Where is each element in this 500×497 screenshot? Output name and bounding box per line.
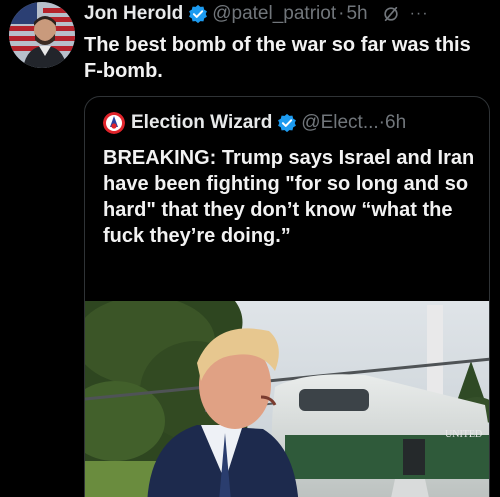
quoted-post-header: Election Wizard @Elect... · 6h (103, 111, 483, 135)
more-options-icon[interactable]: ··· (410, 5, 429, 23)
avatar-image (9, 2, 75, 68)
quoted-post-photo[interactable]: UNITED (85, 301, 489, 497)
verified-badge-icon (188, 4, 208, 24)
trump-helicopter-photo: UNITED (85, 301, 489, 497)
author-handle[interactable]: @patel_patriot (212, 3, 336, 25)
helicopter-lettering: UNITED (445, 429, 482, 440)
quoted-author-avatar[interactable] (103, 112, 125, 134)
author-name[interactable]: Jon Herold (84, 3, 183, 25)
grok-icon[interactable] (382, 5, 400, 23)
quoted-author-handle[interactable]: @Elect... (301, 112, 378, 134)
quoted-post[interactable]: Election Wizard @Elect... · 6h BREAKING:… (84, 96, 490, 497)
quoted-post-time[interactable]: 6h (385, 112, 406, 134)
quoted-post-text: BREAKING: Trump says Israel and Iran hav… (103, 147, 475, 247)
quoted-author-name[interactable]: Election Wizard (131, 112, 272, 134)
post-header: Jon Herold @patel_patriot · 5h ··· (84, 2, 494, 26)
verified-badge-icon (277, 113, 297, 133)
separator-dot: · (338, 3, 345, 24)
tweet: Jon Herold @patel_patriot · 5h ··· The b… (0, 0, 500, 497)
post-text: The best bomb of the war so far was this… (84, 34, 471, 82)
post-time[interactable]: 5h (346, 3, 367, 25)
author-avatar[interactable] (9, 2, 75, 68)
